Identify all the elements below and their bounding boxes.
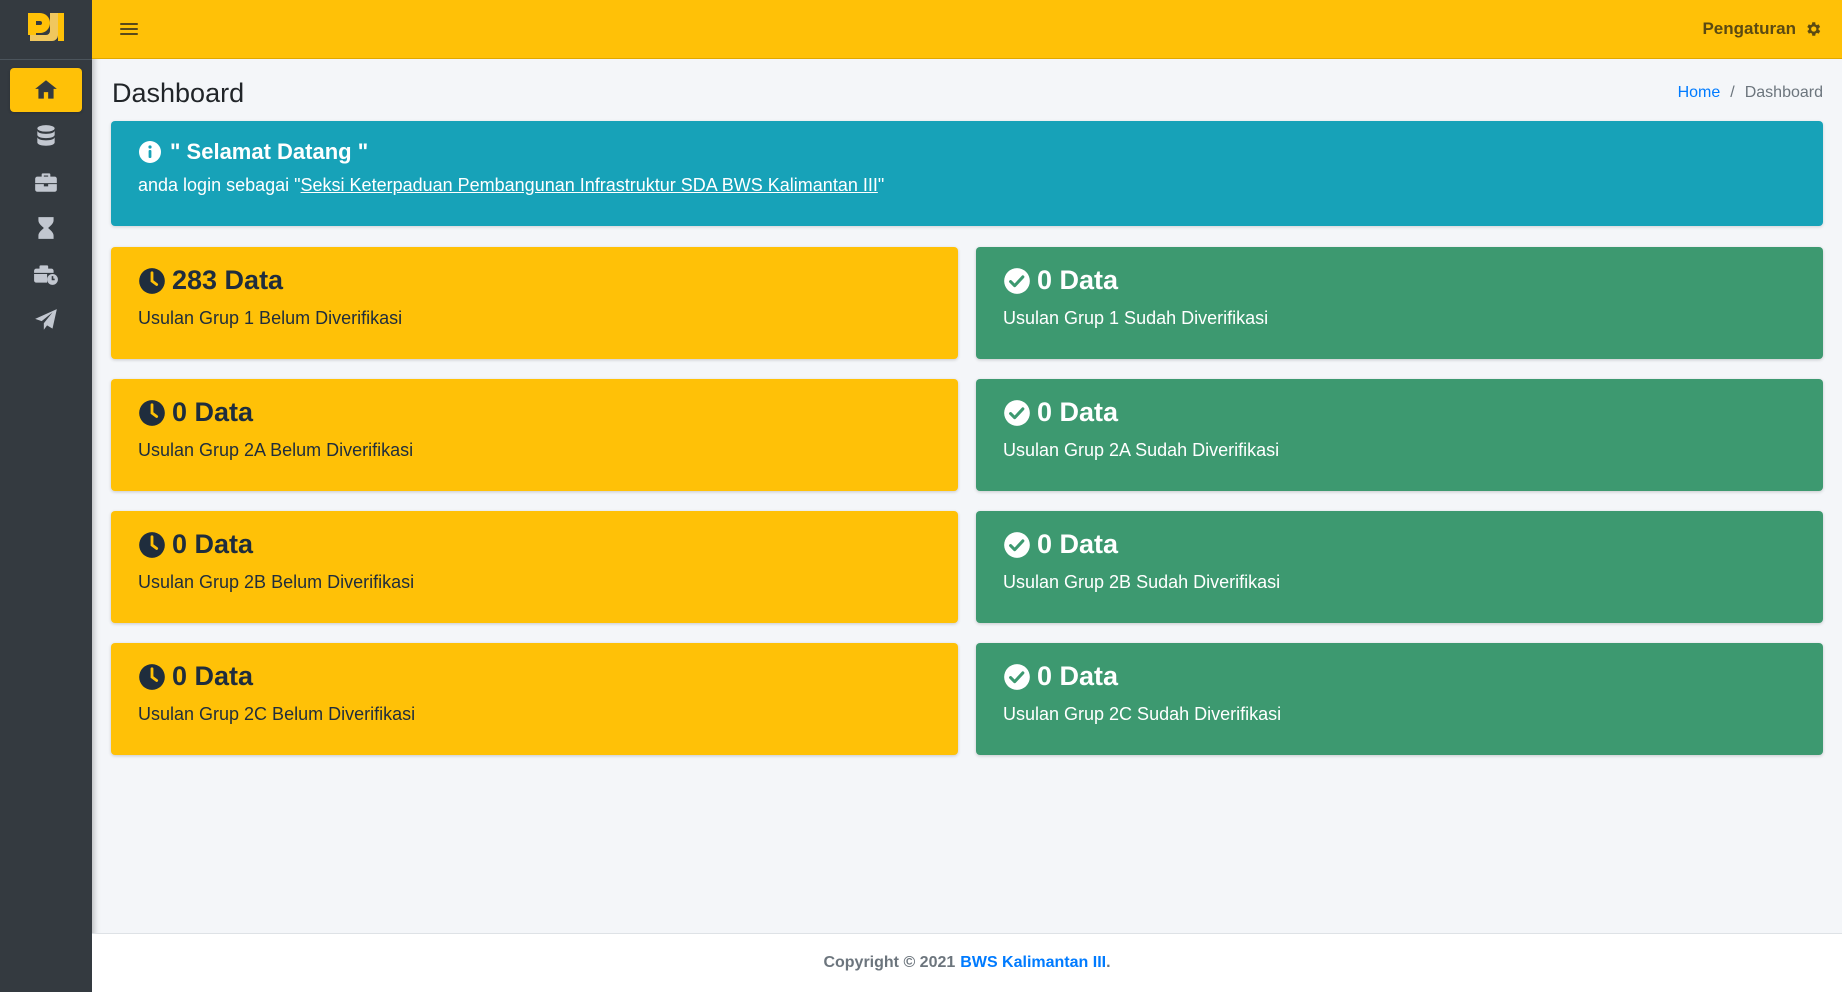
sidebar — [0, 0, 92, 992]
briefcase-icon — [35, 173, 57, 192]
sidebar-item-hourglass[interactable] — [10, 206, 82, 250]
card-label: Usulan Grup 2A Belum Diverifikasi — [138, 440, 414, 460]
breadcrumb-home-link[interactable]: Home — [1678, 84, 1721, 102]
card-count: 0 Data — [172, 529, 254, 559]
breadcrumb-separator: / — [1730, 84, 1735, 101]
card-count: 0 Data — [1037, 661, 1119, 691]
settings-label: Pengaturan — [1702, 19, 1796, 38]
welcome-title-row: " Selamat Datang " — [138, 139, 1796, 165]
login-info: anda login sebagai "Seksi Keterpaduan Pe… — [138, 175, 1796, 196]
card-label: Usulan Grup 2B Sudah Diverifikasi — [1003, 572, 1281, 592]
footer-period: . — [1106, 954, 1111, 971]
card-label: Usulan Grup 1 Belum Diverifikasi — [138, 308, 403, 328]
sidebar-item-business-time[interactable] — [10, 252, 82, 296]
card-grup1-pending[interactable]: 283 Data Usulan Grup 1 Belum Diverifikas… — [111, 247, 958, 359]
card-count: 0 Data — [172, 397, 254, 427]
hourglass-icon — [38, 217, 54, 239]
sidebar-item-home[interactable] — [10, 68, 82, 112]
copyright-text: Copyright © 2021 — [823, 954, 956, 971]
check-circle-icon — [1004, 399, 1030, 426]
card-label: Usulan Grup 2B Belum Diverifikasi — [138, 572, 415, 592]
card-grup2c-pending[interactable]: 0 Data Usulan Grup 2C Belum Diverifikasi — [111, 643, 958, 755]
stat-cards: 283 Data Usulan Grup 1 Belum Diverifikas… — [111, 247, 1823, 755]
card-grup1-verified[interactable]: 0 Data Usulan Grup 1 Sudah Diverifikasi — [976, 247, 1823, 359]
brand-logo[interactable] — [0, 0, 92, 60]
login-prefix: anda login sebagai " — [138, 175, 301, 195]
card-count: 283 Data — [172, 265, 284, 295]
card-grup2a-verified[interactable]: 0 Data Usulan Grup 2A Sudah Diverifikasi — [976, 379, 1823, 491]
card-label: Usulan Grup 2C Sudah Diverifikasi — [1003, 704, 1282, 724]
org-link[interactable]: BWS Kalimantan III — [960, 954, 1106, 971]
card-grup2c-verified[interactable]: 0 Data Usulan Grup 2C Sudah Diverifikasi — [976, 643, 1823, 755]
sidebar-nav — [0, 60, 92, 342]
check-circle-icon — [1004, 531, 1030, 558]
topbar: Pengaturan — [92, 0, 1842, 59]
welcome-title: " Selamat Datang " — [170, 139, 369, 164]
info-icon — [139, 141, 161, 163]
business-time-icon — [34, 265, 58, 285]
card-label: Usulan Grup 2A Sudah Diverifikasi — [1003, 440, 1280, 460]
clock-icon — [139, 399, 165, 426]
database-icon — [37, 125, 55, 146]
clock-icon — [139, 663, 165, 690]
card-count: 0 Data — [1037, 529, 1119, 559]
login-suffix: " — [877, 175, 885, 195]
content-header: Dashboard Home / Dashboard — [112, 68, 1823, 118]
clock-icon — [139, 267, 165, 294]
card-count: 0 Data — [172, 661, 254, 691]
check-circle-icon — [1004, 267, 1030, 294]
sidebar-item-send[interactable] — [10, 298, 82, 342]
card-grup2b-pending[interactable]: 0 Data Usulan Grup 2B Belum Diverifikasi — [111, 511, 958, 623]
card-label: Usulan Grup 2C Belum Diverifikasi — [138, 704, 416, 724]
breadcrumb-current: Dashboard — [1744, 84, 1823, 101]
sidebar-item-database[interactable] — [10, 114, 82, 158]
page-title: Dashboard — [112, 77, 245, 108]
breadcrumb: Home / Dashboard — [1678, 84, 1823, 102]
welcome-callout: " Selamat Datang " anda login sebagai "S… — [111, 121, 1823, 226]
pu-logo-icon — [28, 12, 64, 41]
footer: Copyright © 2021 BWS Kalimantan III. — [92, 933, 1842, 992]
gear-icon — [1807, 22, 1821, 36]
menu-toggle-icon[interactable] — [120, 21, 138, 37]
clock-icon — [139, 531, 165, 558]
home-icon — [35, 80, 57, 99]
card-grup2a-pending[interactable]: 0 Data Usulan Grup 2A Belum Diverifikasi — [111, 379, 958, 491]
sidebar-item-briefcase[interactable] — [10, 160, 82, 204]
settings-menu[interactable]: Pengaturan — [1702, 19, 1822, 39]
card-count: 0 Data — [1037, 397, 1119, 427]
paper-plane-icon — [35, 309, 57, 330]
card-grup2b-verified[interactable]: 0 Data Usulan Grup 2B Sudah Diverifikasi — [976, 511, 1823, 623]
user-role-link[interactable]: Seksi Keterpaduan Pembangunan Infrastruk… — [301, 175, 878, 195]
card-count: 0 Data — [1037, 265, 1119, 295]
check-circle-icon — [1004, 663, 1030, 690]
card-label: Usulan Grup 1 Sudah Diverifikasi — [1003, 308, 1269, 328]
